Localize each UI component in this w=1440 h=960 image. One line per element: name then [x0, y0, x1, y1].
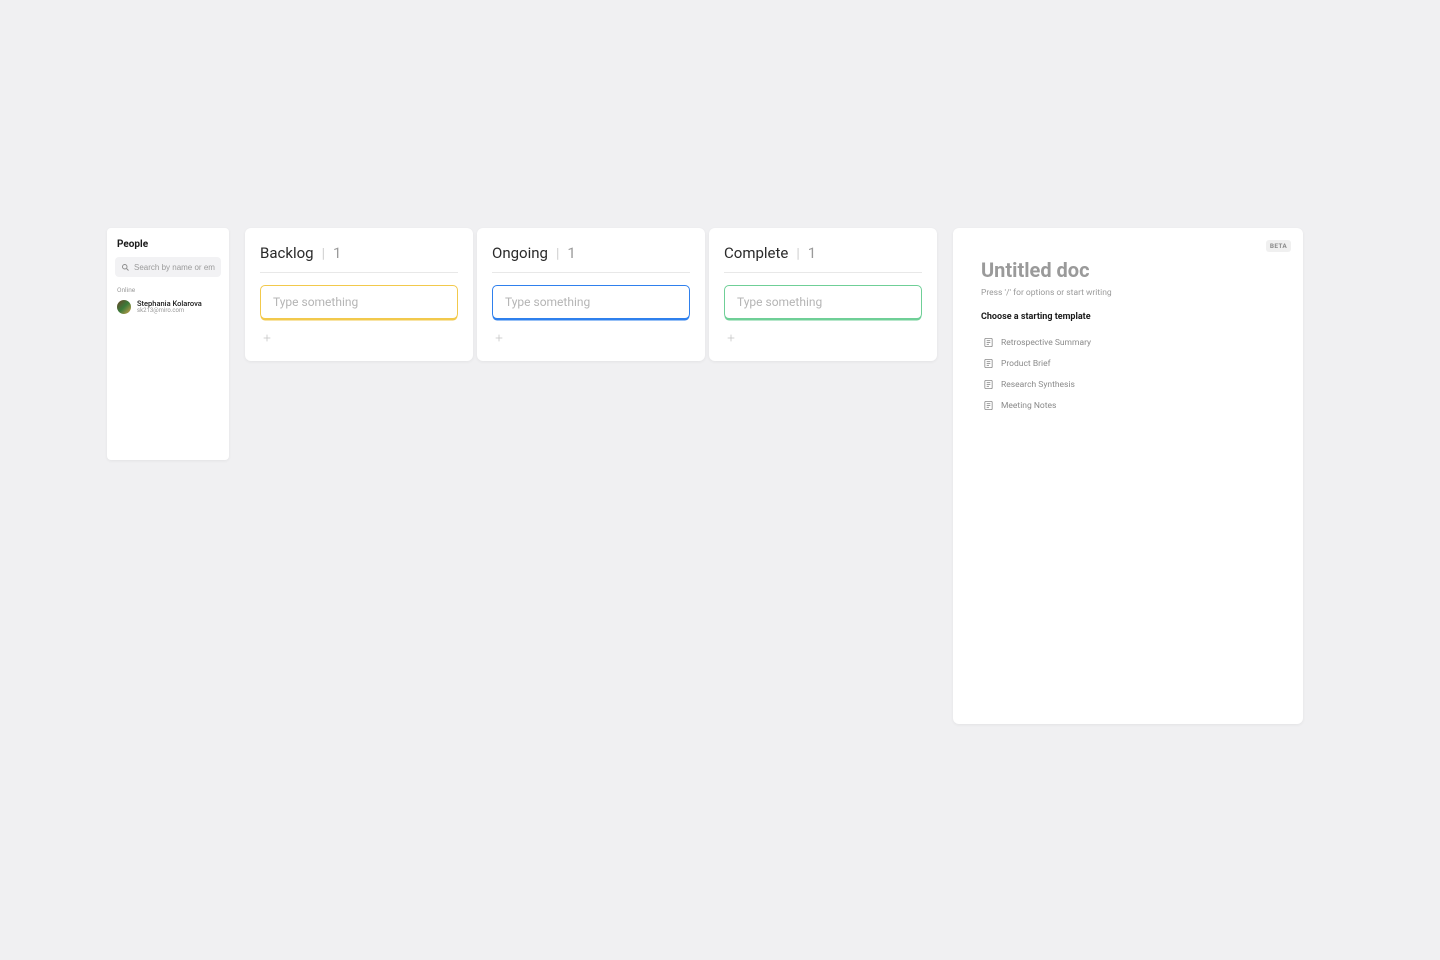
- kanban-card[interactable]: Type something: [724, 285, 922, 319]
- doc-hint: Press '/' for options or start writing: [981, 288, 1275, 298]
- template-icon: [983, 400, 994, 411]
- people-search-input[interactable]: [134, 263, 215, 272]
- kanban-column-ongoing: Ongoing | 1 Type something: [477, 228, 705, 361]
- kanban-card-placeholder: Type something: [737, 295, 822, 309]
- kanban-title[interactable]: Complete: [724, 244, 788, 262]
- kanban-count: 1: [333, 244, 341, 262]
- kanban-count: 1: [808, 244, 816, 262]
- people-title: People: [113, 239, 223, 250]
- kanban-separator: |: [322, 246, 325, 262]
- people-item-email: sk213@miro.com: [137, 308, 202, 315]
- kanban-divider: [260, 272, 458, 273]
- add-card-button[interactable]: [724, 331, 738, 345]
- doc-template-item[interactable]: Research Synthesis: [981, 374, 1275, 395]
- kanban-count: 1: [567, 244, 575, 262]
- doc-template-label: Meeting Notes: [1001, 401, 1056, 411]
- beta-badge: BETA: [1266, 240, 1291, 252]
- kanban-separator: |: [796, 246, 799, 262]
- doc-template-label: Retrospective Summary: [1001, 338, 1091, 348]
- kanban-column-complete: Complete | 1 Type something: [709, 228, 937, 361]
- plus-icon: [726, 333, 736, 343]
- doc-template-item[interactable]: Meeting Notes: [981, 395, 1275, 416]
- kanban-card-placeholder: Type something: [505, 295, 590, 309]
- people-section-online: Online: [113, 286, 223, 294]
- people-panel: People Online Stephania Kolarova sk213@m…: [107, 228, 229, 460]
- kanban-header: Ongoing | 1: [492, 244, 690, 262]
- kanban-card[interactable]: Type something: [260, 285, 458, 319]
- kanban-header: Backlog | 1: [260, 244, 458, 262]
- kanban-title[interactable]: Backlog: [260, 244, 314, 262]
- kanban-divider: [724, 272, 922, 273]
- plus-icon: [262, 333, 272, 343]
- doc-template-label: Product Brief: [1001, 359, 1051, 369]
- kanban-column-backlog: Backlog | 1 Type something: [245, 228, 473, 361]
- add-card-button[interactable]: [492, 331, 506, 345]
- doc-panel: BETA Untitled doc Press '/' for options …: [953, 228, 1303, 724]
- kanban-separator: |: [556, 246, 559, 262]
- search-icon: [121, 263, 130, 272]
- people-item-text: Stephania Kolarova sk213@miro.com: [137, 300, 202, 315]
- template-icon: [983, 379, 994, 390]
- kanban-card-placeholder: Type something: [273, 295, 358, 309]
- plus-icon: [494, 333, 504, 343]
- add-card-button[interactable]: [260, 331, 274, 345]
- avatar: [117, 300, 131, 314]
- kanban-title[interactable]: Ongoing: [492, 244, 548, 262]
- doc-template-item[interactable]: Retrospective Summary: [981, 332, 1275, 353]
- doc-choose-label: Choose a starting template: [981, 312, 1275, 322]
- people-search[interactable]: [115, 257, 221, 277]
- template-icon: [983, 358, 994, 369]
- doc-template-label: Research Synthesis: [1001, 380, 1075, 390]
- doc-template-item[interactable]: Product Brief: [981, 353, 1275, 374]
- doc-title[interactable]: Untitled doc: [981, 258, 1275, 282]
- kanban-header: Complete | 1: [724, 244, 922, 262]
- template-icon: [983, 337, 994, 348]
- people-item[interactable]: Stephania Kolarova sk213@miro.com: [113, 298, 223, 317]
- kanban-card[interactable]: Type something: [492, 285, 690, 319]
- kanban-divider: [492, 272, 690, 273]
